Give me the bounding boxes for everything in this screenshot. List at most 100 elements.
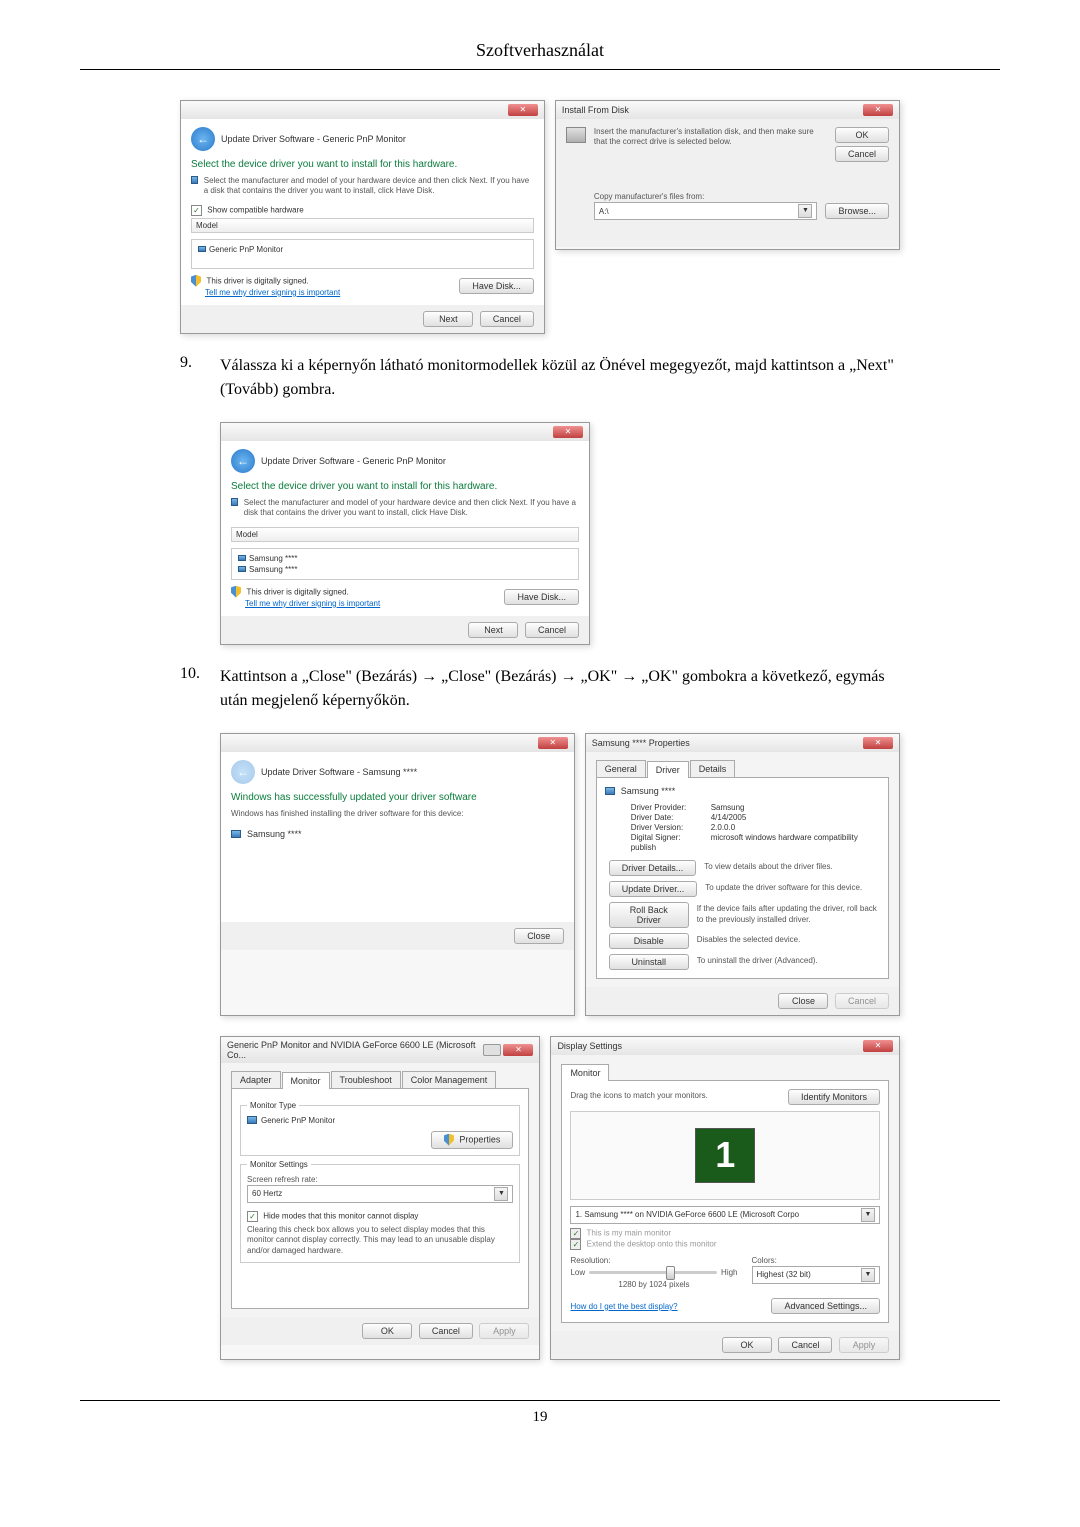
model-header: Model <box>231 527 579 542</box>
tab-driver[interactable]: Driver <box>647 761 689 778</box>
row-1: ✕ ← Update Driver Software - Generic PnP… <box>180 100 900 334</box>
identify-monitors-button[interactable]: Identify Monitors <box>788 1089 880 1105</box>
back-arrow-icon[interactable]: ← <box>191 127 215 151</box>
help-icon[interactable] <box>483 1044 501 1056</box>
monitor-adapter-dialog: Generic PnP Monitor and NVIDIA GeForce 6… <box>220 1036 540 1361</box>
hide-modes-desc: Clearing this check box allows you to se… <box>247 1225 513 1256</box>
disable-text: Disables the selected device. <box>697 935 801 945</box>
cancel-button: Cancel <box>835 993 889 1009</box>
next-button[interactable]: Next <box>468 622 518 638</box>
close-icon[interactable]: ✕ <box>503 1044 533 1056</box>
chevron-down-icon[interactable]: ▼ <box>861 1208 875 1222</box>
tab-monitor[interactable]: Monitor <box>561 1064 609 1081</box>
close-button[interactable]: Close <box>778 993 828 1009</box>
dialog-titlebar: Samsung **** Properties ✕ <box>586 734 899 752</box>
step-9: 9. Válassza ki a képernyőn látható monit… <box>180 354 900 402</box>
close-icon[interactable]: ✕ <box>553 426 583 438</box>
cancel-button[interactable]: Cancel <box>778 1337 832 1353</box>
step-number: 10. <box>180 665 206 713</box>
update-driver-button[interactable]: Update Driver... <box>609 881 698 897</box>
close-icon[interactable]: ✕ <box>508 104 538 116</box>
drive-combo[interactable]: A:\ ▼ <box>594 202 818 220</box>
cancel-button[interactable]: Cancel <box>525 622 579 638</box>
dialog-titlebar: ✕ <box>221 423 589 441</box>
next-button[interactable]: Next <box>423 311 473 327</box>
chevron-down-icon[interactable]: ▼ <box>861 1268 875 1282</box>
colors-label: Colors: <box>752 1256 881 1266</box>
resolution-slider[interactable] <box>589 1266 717 1280</box>
back-arrow-icon[interactable]: ← <box>231 449 255 473</box>
tab-monitor[interactable]: Monitor <box>282 1072 330 1089</box>
dialog-title-text: Generic PnP Monitor and NVIDIA GeForce 6… <box>227 1040 483 1060</box>
refresh-rate-combo[interactable]: 60 Hertz ▼ <box>247 1185 513 1203</box>
tab-adapter[interactable]: Adapter <box>231 1071 281 1088</box>
provider-value: Samsung <box>711 803 745 812</box>
chevron-down-icon[interactable]: ▼ <box>798 204 812 218</box>
update-driver-dialog-2: ✕ ← Update Driver Software - Generic PnP… <box>220 422 590 645</box>
ok-button[interactable]: OK <box>722 1337 772 1353</box>
close-icon[interactable]: ✕ <box>863 1040 893 1052</box>
signing-link[interactable]: Tell me why driver signing is important <box>205 288 340 297</box>
properties-dialog: Samsung **** Properties ✕ General Driver… <box>585 733 900 1016</box>
dialog-titlebar: Generic PnP Monitor and NVIDIA GeForce 6… <box>221 1037 539 1063</box>
monitor-icon <box>238 566 246 572</box>
driver-details-button[interactable]: Driver Details... <box>609 860 697 876</box>
best-display-link[interactable]: How do I get the best display? <box>570 1302 677 1311</box>
step-number: 9. <box>180 354 206 402</box>
tab-troubleshoot[interactable]: Troubleshoot <box>331 1071 401 1088</box>
monitor-icon <box>231 498 238 506</box>
hide-modes-checkbox[interactable]: ✓ <box>247 1211 258 1222</box>
monitor-select-value: 1. Samsung **** on NVIDIA GeForce 6600 L… <box>575 1210 799 1219</box>
monitor-select-combo[interactable]: 1. Samsung **** on NVIDIA GeForce 6600 L… <box>570 1206 880 1224</box>
device-name: Samsung **** <box>247 829 302 839</box>
model-item[interactable]: Samsung **** <box>236 564 574 575</box>
have-disk-button[interactable]: Have Disk... <box>504 589 579 605</box>
breadcrumb-title: Update Driver Software - Samsung **** <box>261 767 417 777</box>
step-10: 10. Kattintson a „Close" (Bezárás) → „Cl… <box>180 665 900 713</box>
extend-desktop-checkbox: ✓ <box>570 1239 581 1250</box>
ok-button[interactable]: OK <box>362 1323 412 1339</box>
uninstall-text: To uninstall the driver (Advanced). <box>697 956 818 966</box>
dialog-titlebar: Install From Disk ✕ <box>556 101 899 119</box>
monitor-icon <box>605 787 615 795</box>
show-compat-checkbox[interactable]: ✓ <box>191 205 202 216</box>
monitor-settings-fieldset: Monitor Settings Screen refresh rate: 60… <box>240 1160 520 1264</box>
advanced-settings-button[interactable]: Advanced Settings... <box>771 1298 880 1314</box>
monitor-thumbnail[interactable]: 1 <box>695 1128 755 1183</box>
model-item[interactable]: Generic PnP Monitor <box>196 244 529 255</box>
monitor-icon <box>198 246 206 252</box>
uninstall-button[interactable]: Uninstall <box>609 954 689 970</box>
disable-button[interactable]: Disable <box>609 933 689 949</box>
have-disk-button[interactable]: Have Disk... <box>459 278 534 294</box>
ok-button[interactable]: OK <box>835 127 889 143</box>
colors-combo[interactable]: Highest (32 bit) ▼ <box>752 1266 881 1284</box>
res-low-label: Low <box>570 1268 585 1278</box>
dialog-heading: Windows has successfully updated your dr… <box>231 792 564 803</box>
update-driver-dialog-1: ✕ ← Update Driver Software - Generic PnP… <box>180 100 545 334</box>
close-icon[interactable]: ✕ <box>538 737 568 749</box>
main-monitor-label: This is my main monitor <box>587 1228 671 1237</box>
tab-color-mgmt[interactable]: Color Management <box>402 1071 497 1088</box>
tab-details[interactable]: Details <box>690 760 736 777</box>
drag-icons-text: Drag the icons to match your monitors. <box>570 1091 707 1101</box>
model-item[interactable]: Samsung **** <box>236 553 574 564</box>
browse-button[interactable]: Browse... <box>825 203 889 219</box>
properties-button[interactable]: Properties <box>431 1131 514 1149</box>
close-icon[interactable]: ✕ <box>863 737 893 749</box>
close-icon[interactable]: ✕ <box>863 104 893 116</box>
rollback-button[interactable]: Roll Back Driver <box>609 902 689 928</box>
tab-row: Adapter Monitor Troubleshoot Color Manag… <box>231 1071 529 1089</box>
signing-link[interactable]: Tell me why driver signing is important <box>245 599 380 608</box>
dialog-heading: Select the device driver you want to ins… <box>191 159 534 170</box>
dialog-title-text: Display Settings <box>557 1041 622 1051</box>
close-button[interactable]: Close <box>514 928 564 944</box>
properties-button-label: Properties <box>459 1134 500 1144</box>
tab-general[interactable]: General <box>596 760 646 777</box>
model-list[interactable]: Samsung **** Samsung **** <box>231 548 579 580</box>
cancel-button[interactable]: Cancel <box>419 1323 473 1339</box>
cancel-button[interactable]: Cancel <box>480 311 534 327</box>
model-list[interactable]: Generic PnP Monitor <box>191 239 534 269</box>
monitor-icon <box>247 1116 257 1124</box>
chevron-down-icon[interactable]: ▼ <box>494 1187 508 1201</box>
cancel-button[interactable]: Cancel <box>835 146 889 162</box>
